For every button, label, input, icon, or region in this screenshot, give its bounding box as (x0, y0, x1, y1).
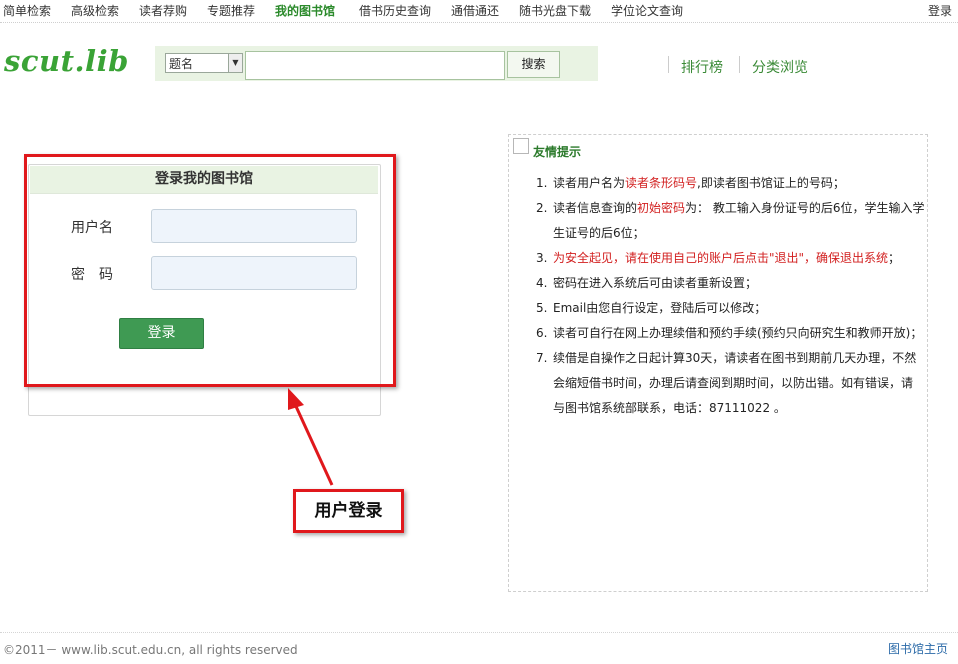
tip-highlight: 为安全起见，请在使用自己的账户后点击"退出"，确保退出系统 (553, 251, 889, 265)
tip-segment: 读者用户名为 (553, 176, 626, 190)
tip-segment: 生证号的后6位； (553, 226, 645, 240)
nav-thesis-search[interactable]: 学位论文查询 (611, 2, 683, 19)
search-button[interactable]: 搜索 (507, 51, 560, 78)
nav-borrow-history[interactable]: 借书历史查询 (359, 2, 431, 19)
tip-number: 6. (536, 326, 548, 340)
nav-advanced-search[interactable]: 高级检索 (71, 2, 119, 19)
ranking-link[interactable]: 排行榜 (681, 57, 723, 77)
nav-interlibrary[interactable]: 通借通还 (451, 2, 499, 19)
tip-text: 续借是自操作之日起计算30天，请读者在图书到期前几天办理，不然 (553, 346, 916, 371)
tip-text: Email由您自行设定，登陆后可以修改； (553, 296, 766, 321)
nav-my-library[interactable]: 我的图书馆 (275, 2, 335, 19)
tip-highlight: 读者条形码号 (625, 176, 698, 190)
tip-number: 1. (536, 176, 548, 190)
tip-segment: 读者信息查询的 (553, 201, 638, 215)
tip-segment: 与图书馆系统部联系，电话：87111022 。 (553, 401, 786, 415)
chevron-down-icon[interactable]: ▼ (228, 54, 242, 72)
tips-title: 友情提示 (533, 145, 582, 159)
login-highlight-box (24, 154, 396, 387)
tip-segment: 续借是自操作之日起计算30天，请读者在图书到期前几天办理，不然 (553, 351, 917, 365)
tip-text: 密码在进入系统后可由读者重新设置； (553, 271, 757, 296)
nav-topic-recommend[interactable]: 专题推荐 (207, 2, 255, 19)
nav-simple-search[interactable]: 简单检索 (3, 2, 51, 19)
tip-segment: ； (888, 251, 901, 265)
tip-number: 3. (536, 251, 548, 265)
tip-text: 生证号的后6位； (553, 221, 645, 246)
tip-text: 读者可自行在网上办理续借和预约手续(预约只向研究生和教师开放)； (553, 321, 922, 346)
tip-text: 会缩短借书时间，办理后请查阅到期时间，以防出错。如有错误，请 (553, 371, 913, 396)
tip-segment: 读者可自行在网上办理续借和预约手续(预约只向研究生和教师开放)； (553, 326, 923, 340)
tip-segment: ,即读者图书馆证上的号码； (697, 176, 845, 190)
nav-reader-recommend[interactable]: 读者荐购 (139, 2, 187, 19)
callout-arrow-icon (288, 388, 334, 486)
search-input[interactable] (245, 51, 505, 80)
tips-checkbox[interactable] (513, 138, 529, 154)
tip-text: 与图书馆系统部联系，电话：87111022 。 (553, 396, 786, 421)
nav-login-link[interactable]: 登录 (928, 2, 952, 19)
tip-segment: 密码在进入系统后可由读者重新设置； (553, 276, 758, 290)
callout-label: 用户登录 (293, 489, 404, 533)
site-logo[interactable]: scut.lib (4, 44, 129, 78)
nav-cd-download[interactable]: 随书光盘下载 (519, 2, 591, 19)
tip-number: 7. (536, 351, 548, 365)
tip-segment: 为： 教工输入身份证号的后6位，学生输入学 (685, 201, 925, 215)
tip-number: 5. (536, 301, 548, 315)
tip-highlight: 初始密码 (637, 201, 686, 215)
copyright-text: ©2011－ www.lib.scut.edu.cn, all rights r… (3, 643, 298, 657)
top-nav: 简单检索 高级检索 读者荐购 专题推荐 我的图书馆 借书历史查询 通借通还 随书… (0, 0, 958, 23)
tip-segment: Email由您自行设定，登陆后可以修改； (553, 301, 767, 315)
tip-number: 2. (536, 201, 548, 215)
tip-segment: 会缩短借书时间，办理后请查阅到期时间，以防出错。如有错误，请 (553, 376, 914, 390)
library-home-link[interactable]: 图书馆主页 (888, 640, 948, 657)
tip-number: 4. (536, 276, 548, 290)
category-browse-link[interactable]: 分类浏览 (752, 57, 808, 77)
divider (739, 56, 740, 73)
footer-divider (0, 632, 958, 633)
search-field-value: 题名 (169, 57, 194, 71)
tip-text: 读者信息查询的初始密码为： 教工输入身份证号的后6位，学生输入学 (553, 196, 924, 221)
tip-text: 为安全起见，请在使用自己的账户后点击"退出"，确保退出系统； (553, 246, 900, 271)
divider (668, 56, 669, 73)
search-field-select[interactable]: 题名 ▼ (165, 53, 243, 73)
tip-text: 读者用户名为读者条形码号,即读者图书馆证上的号码； (553, 171, 845, 196)
